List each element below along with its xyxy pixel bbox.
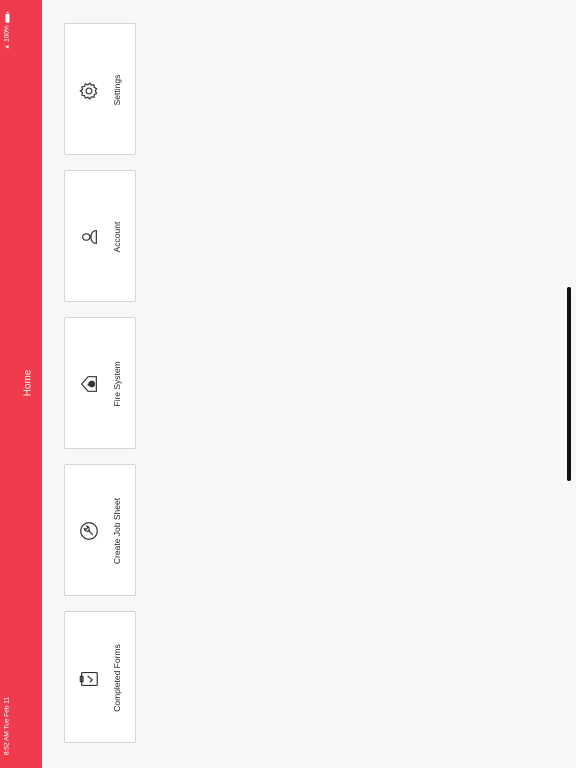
battery-percent: 100% — [3, 25, 11, 42]
status-time: 8:52 AM Tue Feb 11 — [2, 690, 12, 762]
fire-system-tile[interactable]: Fire System — [64, 317, 136, 449]
status-time-text: 8:52 AM Tue Feb 11 — [3, 696, 11, 756]
wrench-circle-icon — [78, 520, 100, 542]
account-tile[interactable]: Account — [64, 170, 136, 302]
create-job-sheet-label: Create Job Sheet — [112, 497, 122, 565]
account-label: Account — [112, 221, 122, 253]
house-fire-icon — [78, 373, 100, 395]
user-icon — [78, 226, 100, 248]
navigation-bar: ▲ 100% Home 8:52 AM Tue Feb 11 — [0, 0, 42, 768]
completed-forms-tile[interactable]: Completed Forms — [64, 611, 136, 743]
clipboard-check-icon — [78, 668, 100, 690]
create-job-sheet-tile[interactable]: Create Job Sheet — [64, 464, 136, 596]
wifi-icon: ▲ — [4, 43, 10, 50]
home-indicator[interactable] — [567, 287, 571, 481]
battery-icon — [5, 14, 9, 24]
home-screen: ▲ 100% Home 8:52 AM Tue Feb 11 Settings — [0, 0, 576, 768]
settings-label: Settings — [112, 74, 122, 106]
settings-tile[interactable]: Settings — [64, 23, 136, 155]
fire-system-label: Fire System — [112, 361, 122, 407]
gear-icon — [78, 80, 100, 102]
page-title: Home — [22, 369, 34, 397]
status-indicators: ▲ 100% — [1, 10, 13, 54]
completed-forms-label: Completed Forms — [112, 644, 122, 712]
